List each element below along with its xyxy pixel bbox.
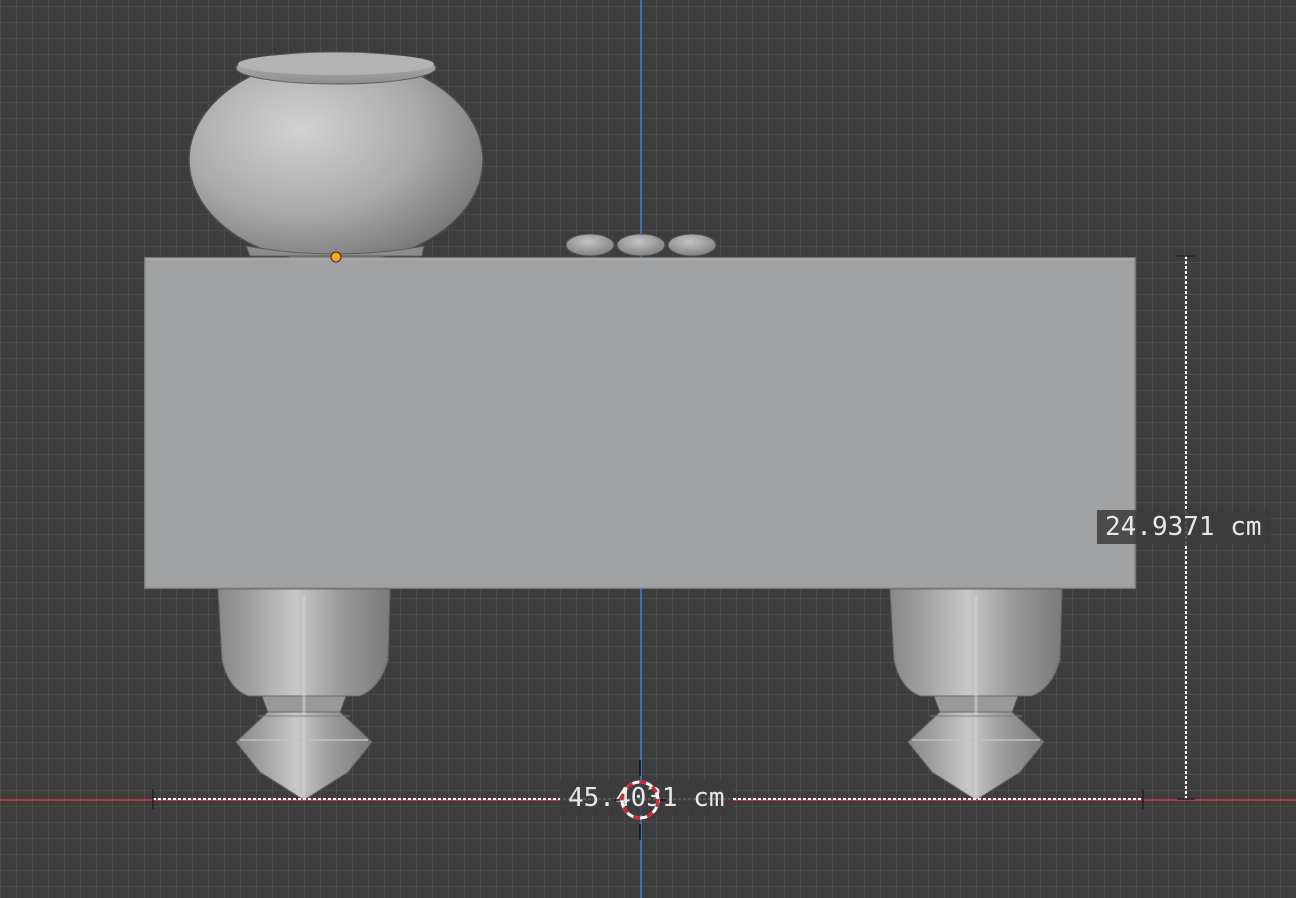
3d-cursor-icon[interactable] [0, 0, 1296, 898]
3d-viewport[interactable]: 45.4031 cm 24.9371 cm [0, 0, 1296, 898]
